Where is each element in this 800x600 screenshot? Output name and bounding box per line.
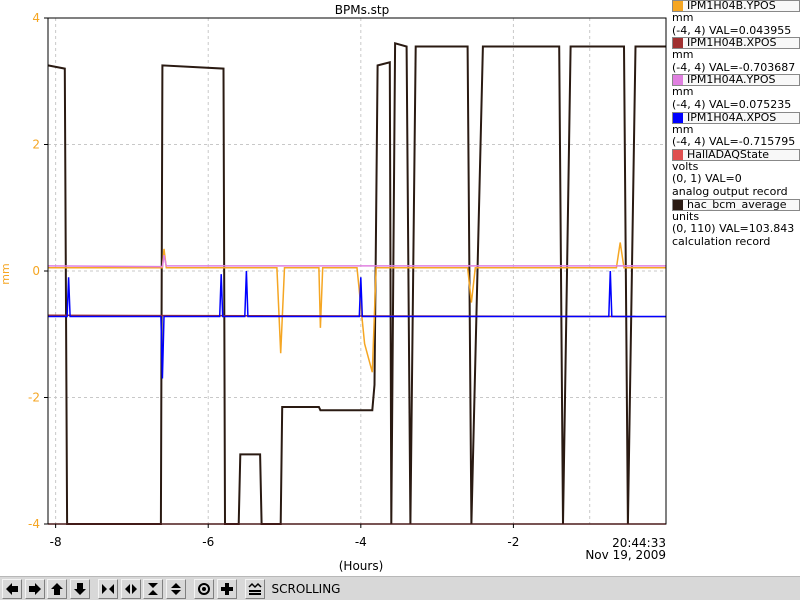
x-tick-label: -2	[507, 535, 519, 549]
legend-entry-range-val: (0, 1) VAL=0	[672, 173, 742, 186]
date-label: Nov 19, 2009	[585, 548, 666, 562]
x-axis-label: (Hours)	[339, 559, 384, 573]
legend-entry-unit: mm	[672, 12, 694, 24]
legend-entry-range-val: (-4, 4) VAL=0.075235	[672, 98, 792, 111]
legend-entry-name[interactable]: IPM1H04B.XPOS	[672, 37, 800, 50]
y-tick-label: 4	[32, 11, 40, 25]
legend: IPM1H04B.YPOS mm (-4, 4) VAL=0.043955 IPM1H…	[672, 0, 800, 248]
chart-title: BPMs.stp	[335, 3, 389, 17]
x-tick-label: -4	[355, 535, 367, 549]
scrolling-status: SCROLLING	[271, 581, 341, 596]
toolbar: SCROLLING	[0, 576, 800, 600]
y-axis: -4 -2 0 2 4	[28, 11, 48, 531]
legend-entry-name[interactable]: HallADAQState	[672, 148, 800, 161]
zoom-out-x-icon[interactable]	[120, 578, 141, 599]
legend-entry-range-val: (-4, 4) VAL=-0.703687	[672, 61, 796, 74]
legend-entry-record: analog output record	[672, 185, 788, 198]
legend-entry-range-val: (-4, 4) VAL=-0.715795	[672, 136, 796, 149]
series-line-ipm1h04b-ypos	[48, 242, 666, 373]
arrow-right-icon[interactable]	[24, 578, 45, 599]
legend-entry-range-val: (-4, 4) VAL=0.043955	[672, 24, 792, 37]
series-layer	[47, 41, 667, 525]
x-tick-label: -6	[202, 535, 214, 549]
x-tick-label: -8	[50, 535, 62, 549]
y-tick-label: -2	[28, 391, 40, 405]
legend-entry-unit: mm	[672, 86, 694, 99]
arrow-up-icon[interactable]	[47, 578, 67, 599]
zoom-in-x-icon[interactable]	[98, 578, 118, 599]
series-line-ipm1h04a-ypos	[47, 255, 666, 268]
legend-entry-name[interactable]: hac_bcm_average	[672, 198, 800, 211]
legend-entry-unit: mm	[672, 123, 694, 136]
arrow-down-icon[interactable]	[69, 578, 90, 599]
legend-entry-name[interactable]: IPM1H04A.YPOS	[672, 74, 800, 87]
legend-entry-unit: volts	[672, 160, 699, 173]
legend-entry-name[interactable]: IPM1H04B.YPOS	[672, 0, 800, 12]
series-line-hac-bcm-average	[47, 41, 666, 525]
legend-entry-unit: units	[672, 210, 700, 223]
legend-entry-record: calculation record	[672, 235, 771, 248]
legend-entry-name[interactable]: IPM1H04A.XPOS	[672, 111, 800, 124]
arrow-left-icon[interactable]	[2, 578, 22, 599]
y-tick-label: 2	[32, 138, 40, 152]
legend-entry-range-val: (0, 110) VAL=103.843	[672, 223, 795, 236]
zoom-out-y-icon[interactable]	[165, 578, 186, 599]
center-icon[interactable]	[194, 578, 214, 599]
series-line-ipm1h04a-xpos	[48, 270, 666, 379]
y-tick-label: -4	[28, 517, 40, 531]
scroll-icon[interactable]	[245, 578, 265, 599]
zoom-in-y-icon[interactable]	[143, 578, 163, 599]
legend-entry-unit: mm	[672, 49, 694, 62]
y-axis-label: mm	[0, 263, 12, 284]
x-axis: -8 -6 -4 -2	[50, 524, 519, 549]
y-tick-label: 0	[32, 264, 40, 278]
crosshair-icon[interactable]	[216, 578, 237, 599]
